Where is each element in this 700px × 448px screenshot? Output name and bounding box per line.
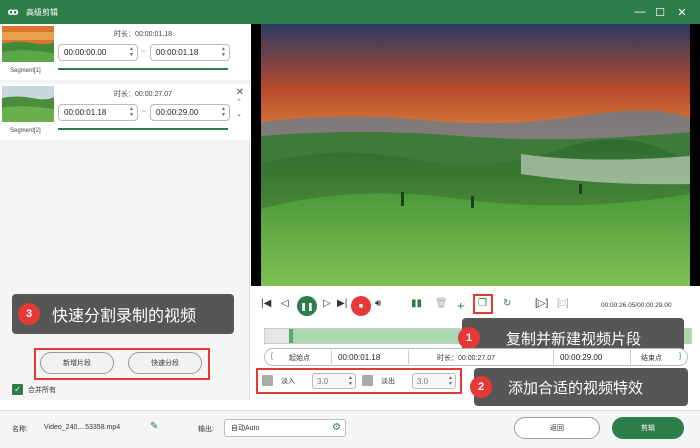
spinner-icon[interactable]: ▲ ▼	[129, 106, 134, 118]
trim-end-icon[interactable]: [□]	[557, 298, 569, 309]
range-separator: ~	[141, 47, 146, 56]
bottom-bar: 名称: Video_240....53358.mp4 ✎ 输出: 自动Auto …	[0, 410, 700, 448]
fade-out-value: 3.0	[417, 376, 429, 386]
segment-end-value: 00:00:01.18	[156, 48, 199, 57]
time-readout: 00:00:26.05/00:00:29.00	[601, 302, 672, 309]
quick-split-button[interactable]: 快速分段	[128, 352, 202, 374]
previous-frame-icon[interactable]: ◁	[281, 298, 289, 309]
spinner-icon[interactable]: ▲ ▼	[221, 106, 226, 118]
video-frame-image	[261, 24, 690, 286]
file-name: Video_240....53358.mp4	[44, 424, 121, 431]
title-bar: ꝏ 高级剪辑 — ☐ ✕	[0, 0, 700, 24]
annotation-effects-callout: 2 添加合适的视频特效	[470, 368, 688, 406]
segment-progress-bar	[58, 68, 228, 70]
maximize-button[interactable]: ☐	[652, 4, 668, 20]
video-preview[interactable]	[251, 24, 700, 286]
segment-end-input[interactable]: 00:00:29.00 ▲ ▼	[150, 104, 230, 121]
segment-duration: 时长：00:00:27.07	[114, 91, 172, 98]
duplicate-segment-icon[interactable]: ❐	[478, 298, 487, 309]
timeline-start-handle[interactable]	[289, 329, 293, 343]
start-point-input[interactable]: 00:00:01.18	[331, 350, 409, 364]
end-point-label[interactable]: 结束点	[641, 353, 662, 363]
annotation-text: 添加合适的视频特效	[508, 379, 644, 397]
fade-out-label: 淡出	[381, 377, 395, 385]
trim-range-row: [ 起始点 00:00:01.18 时长：00:00:27.07 00:00:2…	[264, 348, 688, 366]
segment-start-value: 00:00:00.00	[64, 48, 107, 57]
fade-in-value: 3.0	[317, 376, 329, 386]
player-controls: |◀ ◁ ❚❚ ▷ ▶| ■ 🔊︎ ▮▮ 🗑︎ + ❐ ↻ [▷] [□] 00…	[251, 292, 700, 320]
segment-start-value: 00:00:01.18	[64, 108, 107, 117]
split-segment-icon[interactable]: ▮▮	[411, 298, 422, 309]
spinner-icon[interactable]: ▲ ▼	[348, 375, 353, 387]
annotation-text: 快速分割录制的视频	[52, 308, 197, 325]
annotation-number-badge: 3	[18, 303, 40, 325]
skip-to-end-icon[interactable]: ▶|	[337, 298, 347, 309]
trim-duration: 时长：00:00:27.07	[437, 355, 495, 362]
annotation-number-badge: 2	[470, 376, 492, 398]
segment-item[interactable]: Segment[1] 时长：00:00:01.18 00:00:00.00 ▲ ▼…	[0, 24, 250, 80]
reset-icon[interactable]: ↻	[503, 298, 511, 309]
merge-all-checkbox[interactable]: ✓ 合并所有	[12, 384, 56, 395]
delete-icon[interactable]: 🗑︎	[435, 298, 448, 309]
segment-panel: Segment[1] 时长：00:00:01.18 00:00:00.00 ▲ ▼…	[0, 24, 250, 400]
output-label: 输出:	[198, 426, 214, 433]
segment-end-value: 00:00:29.00	[156, 108, 199, 117]
gear-icon[interactable]: ⚙	[332, 422, 341, 433]
segment-item[interactable]: Segment[2] 时长：00:00:27.07 ✕ ⌃ ⌄ 00:00:01…	[0, 84, 250, 140]
annotation-number-badge: 1	[458, 327, 480, 349]
output-format-value: 自动Auto	[231, 425, 260, 432]
trim-start-icon[interactable]: [▷]	[535, 298, 548, 309]
name-label: 名称:	[12, 426, 28, 433]
checkbox-icon	[362, 375, 373, 386]
spinner-icon[interactable]: ▲ ▼	[221, 46, 226, 58]
volume-icon[interactable]: 🔊︎	[375, 298, 381, 309]
annotation-split-callout: 3 快速分割录制的视频	[12, 294, 234, 334]
close-button[interactable]: ✕	[674, 4, 690, 20]
new-segment-button[interactable]: 新增片段	[40, 352, 114, 374]
segment-thumbnail	[2, 26, 54, 62]
segment-label: Segment[1]	[10, 68, 41, 74]
skip-to-start-icon[interactable]: |◀	[261, 298, 271, 309]
fade-out-checkbox[interactable]: 淡出	[362, 375, 395, 386]
fade-in-checkbox[interactable]: 淡入	[262, 375, 295, 386]
edit-button[interactable]: 剪辑	[612, 417, 684, 439]
segment-progress-bar	[58, 128, 228, 130]
annotation-text: 复制并新建视频片段	[506, 330, 642, 348]
fade-in-label: 淡入	[281, 377, 295, 385]
window-title: 高级剪辑	[26, 7, 58, 17]
range-separator: ~	[141, 107, 146, 116]
stop-button[interactable]: ■	[351, 296, 371, 316]
edit-name-icon[interactable]: ✎	[150, 421, 158, 432]
spinner-icon[interactable]: ▲ ▼	[129, 46, 134, 58]
end-point-input[interactable]: 00:00:29.00	[553, 350, 631, 364]
set-end-icon[interactable]: ]	[679, 353, 681, 360]
move-up-icon[interactable]: ⌃	[236, 98, 242, 106]
start-point-label[interactable]: 起始点	[289, 353, 310, 363]
pause-button[interactable]: ❚❚	[297, 296, 317, 316]
fade-in-duration-input[interactable]: 3.0 ▲ ▼	[312, 373, 356, 389]
segment-label: Segment[2]	[10, 128, 41, 134]
spinner-icon[interactable]: ▲ ▼	[448, 375, 453, 387]
output-format-select[interactable]: 自动Auto ⚙	[224, 419, 346, 437]
delete-segment-icon[interactable]: ✕	[236, 87, 244, 98]
back-button[interactable]: 返回	[514, 417, 600, 439]
segment-end-input[interactable]: 00:00:01.18 ▲ ▼	[150, 44, 230, 61]
minimize-button[interactable]: —	[632, 4, 648, 20]
next-frame-icon[interactable]: ▷	[323, 298, 331, 309]
app-logo-icon: ꝏ	[7, 6, 19, 18]
checkbox-icon	[262, 375, 273, 386]
add-icon[interactable]: +	[457, 298, 465, 313]
fade-out-duration-input[interactable]: 3.0 ▲ ▼	[412, 373, 456, 389]
checkmark-icon: ✓	[12, 384, 23, 395]
segment-thumbnail	[2, 86, 54, 122]
segment-duration: 时长：00:00:01.18	[114, 31, 172, 38]
merge-all-label: 合并所有	[28, 386, 56, 394]
segment-start-input[interactable]: 00:00:00.00 ▲ ▼	[58, 44, 138, 61]
move-down-icon[interactable]: ⌄	[236, 110, 242, 118]
segment-start-input[interactable]: 00:00:01.18 ▲ ▼	[58, 104, 138, 121]
set-start-icon[interactable]: [	[271, 353, 273, 360]
